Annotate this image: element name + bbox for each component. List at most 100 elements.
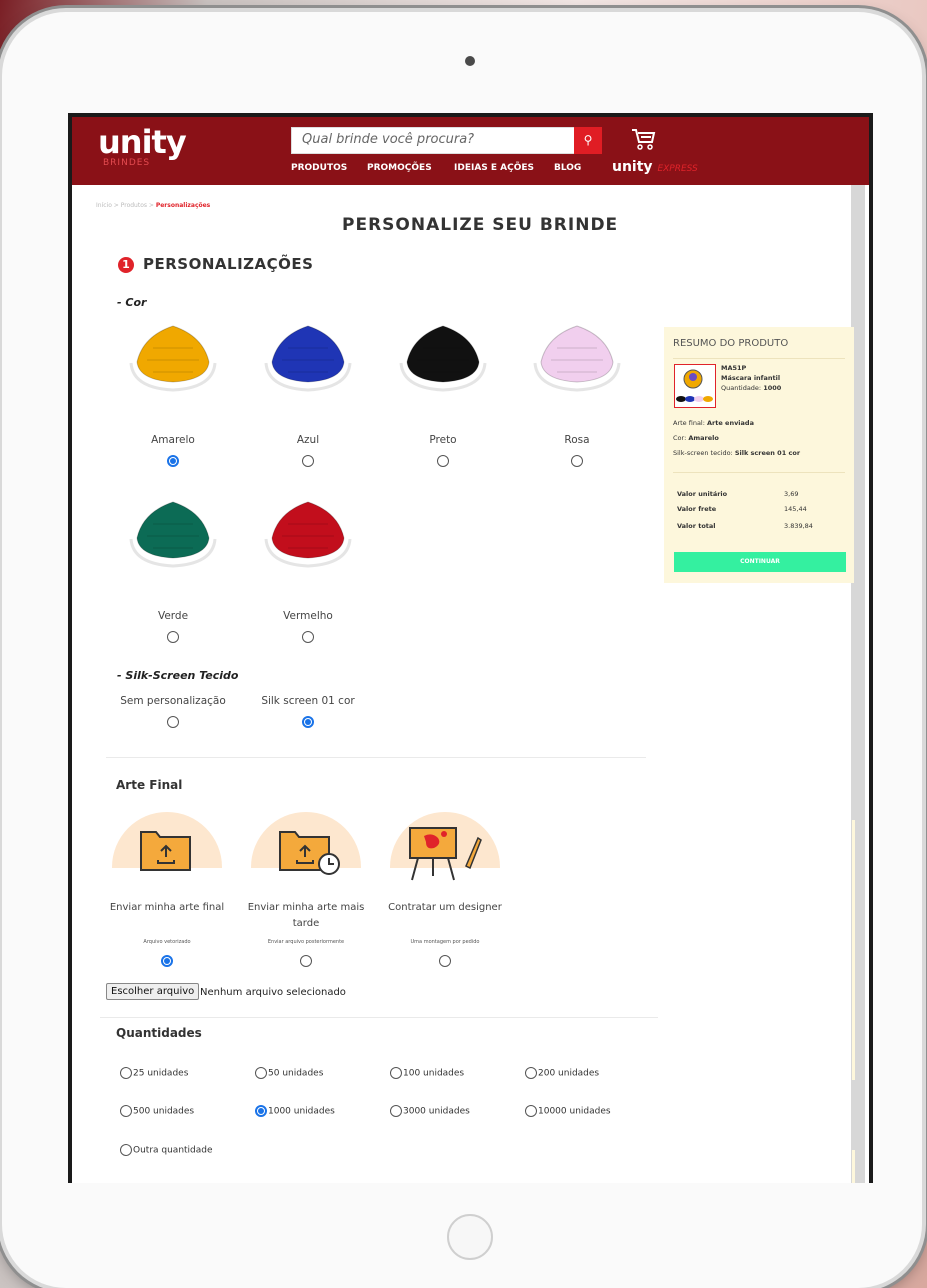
mask-image-amarelo[interactable] [123,318,223,402]
breadcrumb: Início > Produtos > Personalizações [96,202,210,209]
code: MA51P [721,364,747,372]
express-label: EXPRESS [657,164,698,174]
radio[interactable] [161,955,173,967]
unit-value: 3,69 [784,490,799,498]
color-radio[interactable] [302,455,314,467]
silk-radio-none[interactable] [167,716,179,728]
quantity-radio[interactable] [255,1067,267,1079]
color-option-preto[interactable]: Preto [383,434,503,471]
silk-option-01[interactable]: Silk screen 01 cor [248,695,368,732]
quantity-label: 200 unidades [538,1068,600,1079]
radio[interactable] [439,955,451,967]
color-radio[interactable] [437,455,449,467]
quantity-radio[interactable] [525,1067,537,1079]
arte-radio-designer[interactable] [439,952,451,971]
quantity-option[interactable]: 50 unidades [255,1067,323,1079]
color-option-azul[interactable]: Azul [248,434,368,471]
unity-logo[interactable]: unity [98,123,187,161]
color-option-verde[interactable]: Verde [113,610,233,647]
color-option-vermelho[interactable]: Vermelho [248,610,368,647]
quantity-option[interactable]: Outra quantidade [120,1144,213,1156]
arte-radio-tarde[interactable] [300,952,312,971]
color-option-amarelo[interactable]: Amarelo [113,434,233,471]
sidebar-strip [852,1150,855,1183]
sidebar-strip [852,820,855,1080]
cor-value: Amarelo [688,434,719,442]
cor-label: Cor: [673,434,687,442]
qty-value: 1000 [763,384,782,392]
qty-label: Quantidade: [721,384,762,392]
quantity-radio[interactable] [255,1105,267,1117]
nav-produtos[interactable]: PRODUTOS [291,163,347,173]
continue-button[interactable]: CONTINUAR [674,552,846,572]
color-option-rosa[interactable]: Rosa [517,434,637,471]
quantity-radio[interactable] [390,1105,402,1117]
tablet-camera [465,56,475,66]
quantity-radio[interactable] [120,1067,132,1079]
arte-option-hint: Arquivo vetorizado [143,939,191,945]
summary-arte: Arte final: Arte enviada [673,419,754,427]
breadcrumb-path[interactable]: Início > Produtos > [96,202,156,209]
quantity-label: 3000 unidades [403,1106,470,1117]
nav-ideias[interactable]: IDEIAS E AÇÕES [454,163,534,173]
silk-label: Silk-screen tecido: [673,449,733,457]
quantity-radio[interactable] [120,1144,132,1156]
label: Valor total [677,522,716,530]
page-content: Início > Produtos > Personalizações PERS… [72,185,869,1183]
nav-promocoes[interactable]: PROMOÇÕES [367,163,432,173]
name: Máscara infantil [721,374,781,382]
arte-final-title: Arte Final [116,778,183,792]
divider [673,472,845,473]
silk-radio-01[interactable] [302,716,314,728]
mask-image-preto[interactable] [393,318,493,402]
express-brand: unity [612,159,653,175]
quantity-label: 25 unidades [133,1068,189,1079]
arte-option-label: Contratar um designer [388,902,502,913]
quantity-radio[interactable] [390,1067,402,1079]
quantity-option[interactable]: 100 unidades [390,1067,464,1079]
arte-radio-enviar[interactable] [161,952,173,971]
section-title: PERSONALIZAÇÕES [143,255,314,273]
frete-label: Valor frete [677,505,716,513]
quantity-radio[interactable] [120,1105,132,1117]
color-radio[interactable] [167,631,179,643]
unity-express-link[interactable]: unity EXPRESS [612,159,698,175]
step-number-badge: 1 [118,257,134,273]
color-label: Rosa [564,434,590,446]
label: Valor frete [677,505,717,513]
designer-easel-icon [409,827,482,881]
choose-file-button[interactable]: Escolher arquivo [106,983,200,1000]
logo-subtitle: BRINDES [103,158,151,168]
silk-option-label: Sem personalização [120,695,226,707]
quantity-option[interactable]: 200 unidades [525,1067,599,1079]
breadcrumb-current: Personalizações [155,202,211,209]
mask-image-rosa[interactable] [527,318,627,402]
mask-image-verde[interactable] [123,494,223,578]
color-radio[interactable] [302,631,314,643]
color-label: Preto [429,434,457,446]
quantity-option[interactable]: 1000 unidades [255,1105,335,1117]
summary-silk: Silk-screen tecido: Silk screen 01 cor [673,449,800,457]
quantidades-title: Quantidades [116,1026,202,1040]
mask-image-vermelho[interactable] [258,494,358,578]
summary-title: RESUMO DO PRODUTO [673,338,789,349]
search-button[interactable]: ⚲ [574,127,602,154]
silk-option-none[interactable]: Sem personalização [113,695,233,732]
color-radio[interactable] [167,455,179,467]
nav-blog[interactable]: BLOG [554,163,581,173]
arte-value: Arte enviada [707,419,754,427]
radio[interactable] [300,955,312,967]
mask-image-azul[interactable] [258,318,358,402]
divider [673,358,845,359]
quantity-option[interactable]: 3000 unidades [390,1105,470,1117]
summary-cor: Cor: Amarelo [673,434,719,442]
silk-option-label: Silk screen 01 cor [261,695,355,707]
quantity-option[interactable]: 500 unidades [120,1105,194,1117]
arte-option-hint: Enviar arquivo posteriormente [267,939,345,945]
color-radio[interactable] [571,455,583,467]
cart-icon[interactable] [629,125,657,153]
search-input[interactable]: Qual brinde você procura? [291,127,575,154]
quantity-option[interactable]: 25 unidades [120,1067,188,1079]
quantity-radio[interactable] [525,1105,537,1117]
quantity-option[interactable]: 10000 unidades [525,1105,611,1117]
